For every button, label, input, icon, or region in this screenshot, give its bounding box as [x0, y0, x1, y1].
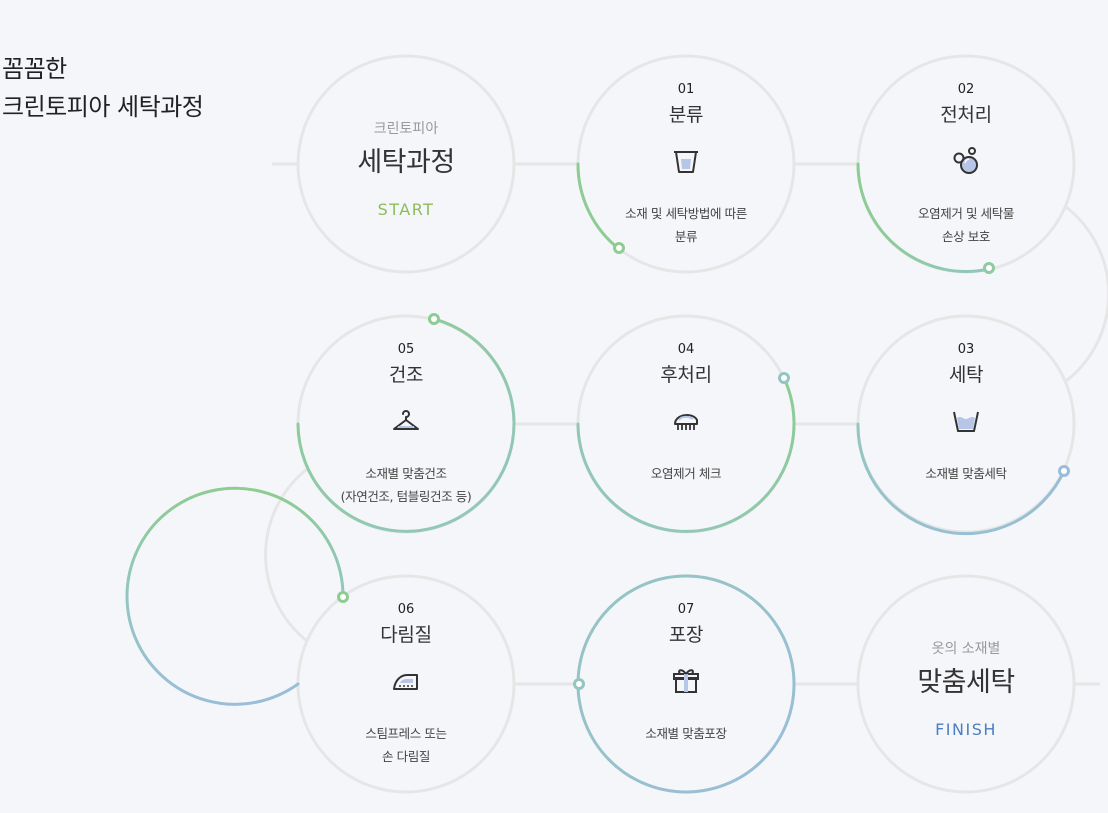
step-description: 소재별 맞춤세탁 [868, 462, 1064, 485]
step-05: 05 건조 소재별 맞춤건조 (자연건조, 텀블링건조 등) [298, 316, 514, 532]
start-label: START [377, 200, 435, 219]
finish-node: 옷의 소재별 맞춤세탁 FINISH [858, 576, 1074, 792]
desc-line-2: 손상 보호 [942, 229, 990, 244]
bubbles-icon [953, 147, 978, 174]
step-title: 다림질 [380, 624, 432, 646]
desc-line-2: (자연건조, 텀블링건조 등) [340, 489, 472, 504]
step-07: 07 포장 소재별 맞춤포장 [578, 576, 794, 792]
step-title: 전처리 [940, 104, 992, 126]
step-title: 후처리 [660, 364, 712, 386]
finish-label: FINISH [935, 720, 997, 739]
step-description: 소재별 맞춤포장 [588, 722, 784, 745]
step-title: 건조 [388, 364, 424, 386]
step-number: 02 [957, 82, 975, 97]
desc-line-2: 분류 [674, 229, 698, 244]
step-06: 06 다림질 스팀프레스 또는 손 다림질 [298, 576, 514, 792]
brush-icon [674, 414, 698, 430]
start-subtitle: 크린토피아 [373, 121, 439, 137]
desc-line-1: 소재별 맞춤포장 [645, 726, 727, 741]
desc-line-2: 손 다림질 [382, 749, 430, 764]
step-title: 세탁 [948, 364, 984, 386]
desc-line-1: 오염제거 체크 [650, 466, 722, 481]
desc-line-1: 소재별 맞춤건조 [365, 466, 447, 481]
bucket-icon [674, 151, 698, 173]
hanger-icon [393, 410, 419, 430]
step-description: 스팀프레스 또는 손 다림질 [308, 722, 504, 768]
step-number: 05 [397, 342, 415, 357]
desc-line-1: 스팀프레스 또는 [365, 726, 447, 741]
desc-line-1: 소재 및 세탁방법에 따른 [625, 206, 747, 221]
wash-basin-icon [953, 411, 979, 432]
finish-subtitle: 옷의 소재별 [931, 641, 1001, 657]
step-02: 02 전처리 오염제거 및 세탁물 손상 보호 [858, 56, 1074, 272]
step-number: 07 [677, 602, 695, 617]
step-04: 04 후처리 오염제거 체크 [578, 316, 794, 532]
step-title: 분류 [668, 104, 704, 126]
desc-line-1: 소재별 맞춤세탁 [925, 466, 1007, 481]
step-description: 소재별 맞춤건조 (자연건조, 텀블링건조 등) [308, 462, 504, 508]
step-title: 포장 [668, 624, 704, 646]
step-description: 오염제거 및 세탁물 손상 보호 [868, 202, 1064, 248]
gift-icon [673, 669, 699, 693]
step-description: 소재 및 세탁방법에 따른 분류 [588, 202, 784, 248]
step-01: 01 분류 소재 및 세탁방법에 따른 분류 [578, 56, 794, 272]
step-03: 03 세탁 소재별 맞춤세탁 [858, 316, 1074, 532]
step-number: 04 [677, 342, 695, 357]
iron-icon [393, 674, 418, 690]
start-title: 세탁과정 [357, 147, 455, 178]
step-number: 03 [957, 342, 975, 357]
step-description: 오염제거 체크 [588, 462, 784, 485]
start-node: 크린토피아 세탁과정 START [298, 56, 514, 272]
step-number: 01 [677, 82, 695, 97]
desc-line-1: 오염제거 및 세탁물 [918, 206, 1014, 221]
step-number: 06 [397, 602, 415, 617]
finish-title: 맞춤세탁 [917, 667, 1015, 698]
